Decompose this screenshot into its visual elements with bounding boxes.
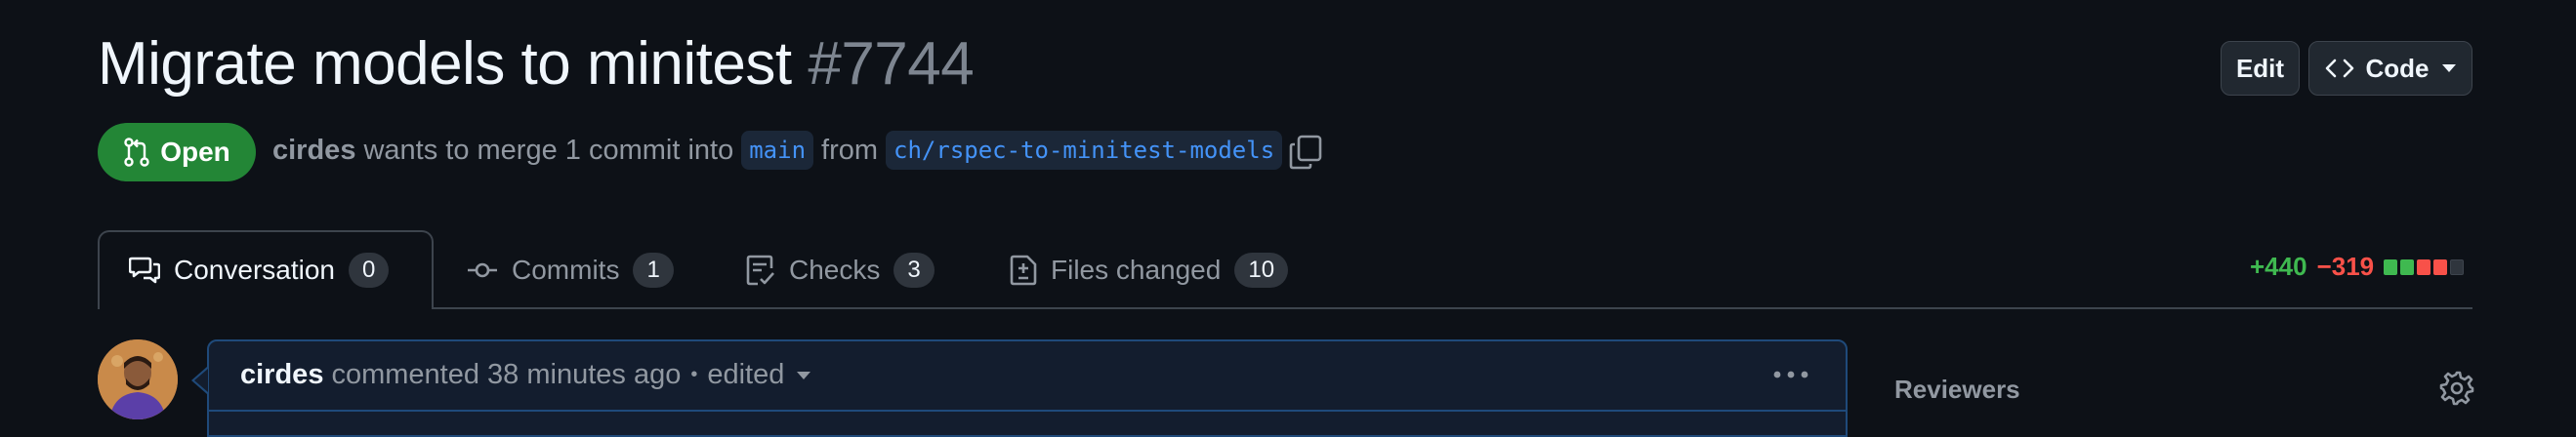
pr-title-row: Migrate models to minitest #7744 <box>98 29 975 99</box>
tab-counter: 0 <box>348 253 390 288</box>
diffstat-block <box>2384 258 2398 275</box>
tab-label: Conversation <box>174 255 335 285</box>
avatar[interactable] <box>98 339 178 419</box>
additions-count: +440 <box>2250 252 2307 281</box>
caret-down-icon <box>797 371 811 379</box>
tab-files-changed[interactable]: Files changed 10 <box>1010 246 1289 295</box>
pr-author-link[interactable]: cirdes <box>272 135 355 167</box>
comment-header-divider <box>209 410 1846 412</box>
user-avatar-image <box>98 339 178 419</box>
gear-icon[interactable] <box>2439 371 2474 406</box>
pr-number: #7744 <box>808 30 975 98</box>
file-diff-icon <box>1010 255 1037 286</box>
diffstat-blocks <box>2384 258 2465 275</box>
comment-timestamp[interactable]: commented 38 minutes ago <box>331 359 681 391</box>
comment-separator: • <box>690 364 698 385</box>
commit-icon <box>468 262 497 278</box>
merge-text: wants to merge 1 commit into <box>363 134 734 166</box>
comment-author-link[interactable]: cirdes <box>240 359 323 391</box>
head-branch[interactable]: ch/rspec-to-minitest-models <box>886 131 1283 170</box>
pr-state-badge: Open <box>98 123 256 181</box>
diffstat-block <box>2450 258 2465 275</box>
edit-button[interactable]: Edit <box>2221 41 2300 96</box>
comment-header: cirdes commented 38 minutes ago • edited <box>240 359 811 391</box>
deletions-count: −319 <box>2316 252 2375 281</box>
git-pull-request-icon <box>124 138 149 167</box>
pr-merge-summary: cirdes wants to merge 1 commit into main… <box>272 131 1290 170</box>
kebab-horizontal-icon[interactable] <box>1769 359 1812 390</box>
comment-pointer-fill <box>194 369 208 392</box>
edited-label: edited <box>707 359 785 390</box>
tab-counter: 10 <box>1234 253 1289 288</box>
reviewers-heading: Reviewers <box>1894 375 2020 404</box>
pr-state-label: Open <box>160 137 230 167</box>
checklist-icon <box>746 255 774 286</box>
copy-icon[interactable] <box>1289 135 1322 170</box>
code-button[interactable]: Code <box>2308 41 2472 96</box>
tabs-divider <box>98 307 2472 309</box>
tab-counter: 1 <box>633 253 674 288</box>
code-button-label: Code <box>2365 53 2430 83</box>
tab-label: Checks <box>789 255 881 285</box>
code-icon <box>2325 59 2353 78</box>
diffstat-block <box>2400 258 2415 275</box>
tab-label: Commits <box>512 255 620 285</box>
caret-down-icon <box>2441 64 2456 72</box>
diffstat-block <box>2433 258 2448 275</box>
edit-button-label: Edit <box>2235 53 2285 83</box>
tab-counter: 3 <box>893 253 935 288</box>
diffstat: +440 −319 <box>2250 252 2465 282</box>
edited-dropdown[interactable]: edited <box>707 359 811 391</box>
pr-title: Migrate models to minitest <box>98 30 792 98</box>
diffstat-block <box>2417 258 2431 275</box>
from-text: from <box>821 134 879 166</box>
tab-checks[interactable]: Checks 3 <box>746 246 935 295</box>
base-branch[interactable]: main <box>741 131 814 170</box>
conversation-icon <box>129 257 160 284</box>
tab-commits[interactable]: Commits 1 <box>467 246 674 295</box>
tab-label: Files changed <box>1051 255 1222 285</box>
tab-conversation[interactable]: Conversation 0 <box>129 246 390 295</box>
